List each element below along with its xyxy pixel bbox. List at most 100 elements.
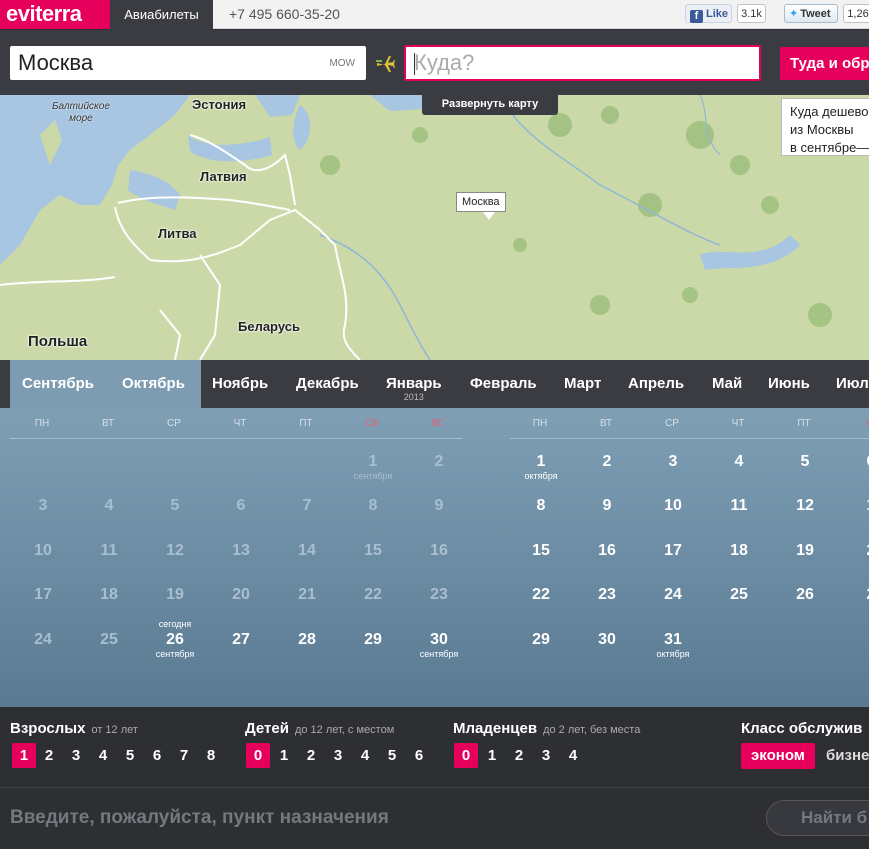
destination-input[interactable] [414, 50, 744, 76]
calendar-day[interactable]: 19 [775, 542, 835, 560]
adults-option[interactable]: 3 [64, 743, 88, 768]
calendar-day[interactable]: 22 [511, 586, 571, 604]
children-option[interactable]: 3 [326, 743, 350, 768]
map[interactable]: Балтийское море Эстония Латвия Литва Бела… [0, 95, 869, 360]
tab-month-march[interactable]: Март [564, 360, 601, 408]
calendar-day[interactable]: 2 [841, 586, 869, 604]
calendar-day[interactable]: 24 [643, 586, 703, 604]
calendar-day[interactable]: 5 [775, 453, 835, 471]
calendar-day[interactable]: 3 [643, 453, 703, 471]
tab-month-june[interactable]: Июнь [768, 360, 810, 408]
tab-month-december[interactable]: Декабрь [296, 360, 359, 408]
calendar-day: 15 [364, 542, 382, 559]
calendar-day[interactable]: 30 сентября [409, 631, 469, 659]
roundtrip-button[interactable]: Туда и обр [780, 47, 869, 80]
calendar-day[interactable]: 11 [709, 497, 769, 515]
calendar-day[interactable]: 26 [775, 586, 835, 604]
weekday-header: ПТ [797, 418, 811, 429]
cheap-destinations-tooltip[interactable]: Куда дешево из Москвы в сентябре— [781, 98, 869, 156]
children-option[interactable]: 1 [272, 743, 296, 768]
tab-air-tickets[interactable]: Авиабилеты [110, 0, 213, 32]
tab-month-may[interactable]: Май [712, 360, 742, 408]
facebook-like-button[interactable]: f Like [685, 4, 732, 23]
calendar-day[interactable]: 17 [643, 542, 703, 560]
weekday-header-weekend: ВС [431, 418, 445, 429]
calendar-day[interactable]: 10 [643, 497, 703, 515]
calendar-day[interactable]: 9 [577, 497, 637, 515]
weekday-header: ЧТ [233, 418, 247, 429]
calendar-day[interactable]: 30 [577, 631, 637, 649]
children-option[interactable]: 5 [380, 743, 404, 768]
tweet-button[interactable]: ✦ Tweet [784, 4, 838, 23]
calendar-day[interactable]: 1 [841, 497, 869, 515]
calendar-divider [10, 438, 462, 439]
calendar-day[interactable]: 2 [577, 453, 637, 471]
class-economy-button[interactable]: эконом [741, 743, 815, 769]
calendar-day[interactable]: 16 [577, 542, 637, 560]
eviterra-logo[interactable]: eviterra [0, 0, 110, 29]
adults-option[interactable]: 5 [118, 743, 142, 768]
calendar-day[interactable]: 31 октября [643, 631, 703, 659]
destination-field[interactable] [404, 45, 761, 81]
infants-option[interactable]: 0 [454, 743, 478, 768]
calendar-day[interactable]: 15 [511, 542, 571, 560]
tab-month-july[interactable]: Июл [836, 360, 869, 408]
calendar: ПН ВТ СР ЧТ ПТ СБ ВС ПН ВТ СР ЧТ ПТ С 1с… [0, 408, 869, 707]
tab-month-september[interactable]: Сентябрь [22, 360, 94, 408]
infants-option[interactable]: 2 [507, 743, 531, 768]
adults-option[interactable]: 2 [37, 743, 61, 768]
map-label-lithuania: Литва [158, 226, 197, 241]
infants-option[interactable]: 4 [561, 743, 585, 768]
infants-option[interactable]: 1 [480, 743, 504, 768]
expand-map-button[interactable]: Развернуть карту [422, 95, 558, 115]
calendar-day[interactable]: 6 [841, 453, 869, 471]
calendar-day: 23 [430, 586, 448, 603]
calendar-day[interactable]: 2 [841, 542, 869, 560]
adults-option[interactable]: 4 [91, 743, 115, 768]
find-button[interactable]: Найти б [766, 800, 869, 836]
calendar-day[interactable]: 29 [511, 631, 571, 649]
calendar-day[interactable]: 1 октября [511, 453, 571, 481]
weekday-header: СР [665, 418, 679, 429]
children-option[interactable]: 4 [353, 743, 377, 768]
origin-value: Москва [18, 50, 94, 75]
calendar-day: 14 [298, 542, 316, 559]
class-business-button[interactable]: бизне [826, 743, 869, 769]
children-title: Детей до 12 лет, с местом [245, 720, 395, 737]
adults-option[interactable]: 1 [12, 743, 36, 768]
calendar-day[interactable]: 18 [709, 542, 769, 560]
tab-month-october[interactable]: Октябрь [122, 360, 185, 408]
airplane-swap-icon[interactable] [374, 52, 396, 74]
calendar-day[interactable]: 4 [709, 453, 769, 471]
adults-option[interactable]: 7 [172, 743, 196, 768]
infants-title: Младенцев до 2 лет, без места [453, 720, 641, 737]
calendar-day[interactable]: 25 [709, 586, 769, 604]
calendar-day[interactable]: 27 [211, 631, 271, 649]
origin-field[interactable]: Москва MOW [10, 46, 366, 80]
children-option[interactable]: 2 [299, 743, 323, 768]
tab-month-february[interactable]: Февраль [470, 360, 537, 408]
adults-option[interactable]: 8 [199, 743, 223, 768]
adults-option[interactable]: 6 [145, 743, 169, 768]
weekday-header-weekend: СБ [365, 418, 379, 429]
calendar-day: 18 [100, 586, 118, 603]
calendar-day: 19 [166, 586, 184, 603]
twitter-bird-icon: ✦ [789, 8, 799, 20]
children-option[interactable]: 6 [407, 743, 431, 768]
tab-month-april[interactable]: Апрель [628, 360, 684, 408]
calendar-day[interactable]: 12 [775, 497, 835, 515]
weekday-header: ПТ [299, 418, 313, 429]
adults-title: Взрослых от 12 лет [10, 720, 138, 737]
map-canvas [0, 95, 869, 360]
calendar-day-today[interactable]: сегодня 26 сентября [145, 619, 205, 659]
children-option[interactable]: 0 [246, 743, 270, 768]
infants-option[interactable]: 3 [534, 743, 558, 768]
calendar-day[interactable]: 29 [343, 631, 403, 649]
map-label-belarus: Беларусь [238, 319, 300, 334]
moscow-pin[interactable]: Москва [456, 192, 506, 220]
calendar-day[interactable]: 23 [577, 586, 637, 604]
tab-month-november[interactable]: Ноябрь [212, 360, 268, 408]
calendar-day[interactable]: 28 [277, 631, 337, 649]
tab-month-january[interactable]: Январь 2013 [386, 360, 442, 408]
calendar-day[interactable]: 8 [511, 497, 571, 515]
